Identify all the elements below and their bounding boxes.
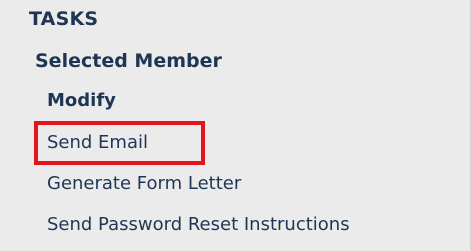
send-password-reset-link[interactable]: Send Password Reset Instructions bbox=[47, 214, 350, 235]
tasks-header: TASKS bbox=[29, 8, 99, 30]
selected-member-heading: Selected Member bbox=[35, 50, 222, 72]
generate-form-letter-link[interactable]: Generate Form Letter bbox=[47, 173, 241, 194]
modify-link[interactable]: Modify bbox=[47, 90, 116, 111]
send-email-link[interactable]: Send Email bbox=[47, 132, 148, 153]
tasks-panel: TASKS Selected Member Modify Send Email … bbox=[0, 0, 471, 251]
